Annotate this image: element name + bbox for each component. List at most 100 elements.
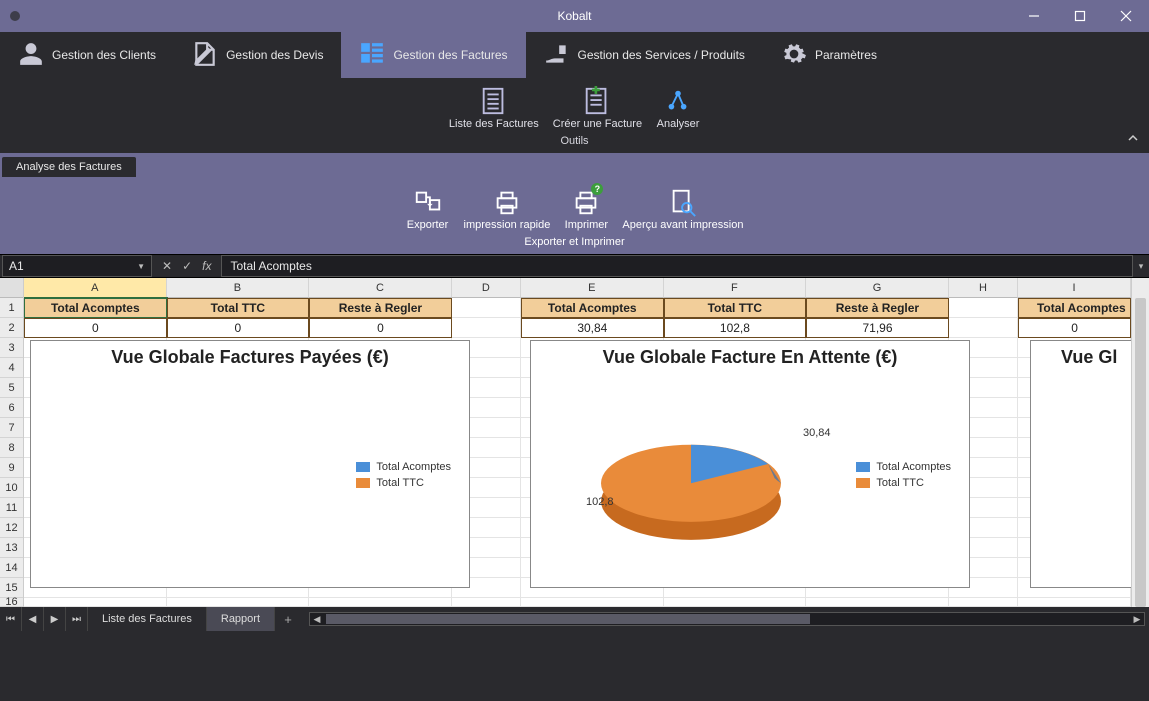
- sheet-nav-prev-icon[interactable]: ◀: [22, 607, 44, 631]
- row-header[interactable]: 12: [0, 518, 23, 538]
- cell[interactable]: [1018, 598, 1131, 607]
- cell-A1[interactable]: Total Acomptes: [24, 298, 167, 318]
- row-header[interactable]: 14: [0, 558, 23, 578]
- chart-payees[interactable]: Vue Globale Factures Payées (€) Total Ac…: [30, 340, 470, 588]
- chart-right-partial[interactable]: Vue Gl: [1030, 340, 1131, 588]
- chart-legend: Total Acomptes Total TTC: [856, 461, 951, 489]
- list-doc-icon: [479, 84, 509, 118]
- row-header[interactable]: 11: [0, 498, 23, 518]
- cell[interactable]: [452, 318, 521, 338]
- vscroll-thumb[interactable]: [1135, 298, 1146, 607]
- sheet-nav-first-icon[interactable]: ⏮: [0, 607, 22, 631]
- row-header[interactable]: 7: [0, 418, 23, 438]
- ribbon-group-label: Exporter et Imprimer: [524, 232, 624, 254]
- expand-formula-icon[interactable]: ▾: [1133, 261, 1149, 272]
- col-header[interactable]: I: [1018, 278, 1131, 298]
- cell-G2[interactable]: 71,96: [806, 318, 949, 338]
- btn-impression-rapide[interactable]: impression rapide: [464, 185, 551, 232]
- vertical-scrollbar[interactable]: [1131, 278, 1149, 607]
- cell-I1[interactable]: Total Acomptes: [1018, 298, 1131, 318]
- select-all-corner[interactable]: [0, 278, 23, 298]
- cell-I2[interactable]: 0: [1018, 318, 1131, 338]
- name-box[interactable]: A1 ▼: [2, 255, 152, 277]
- hscroll-right-icon[interactable]: ▶: [1130, 613, 1144, 625]
- horizontal-scrollbar[interactable]: ◀ ▶: [309, 612, 1145, 626]
- sheet-tab-rapport[interactable]: Rapport: [207, 607, 275, 631]
- row-header[interactable]: 2: [0, 318, 23, 338]
- minimize-button[interactable]: [1011, 0, 1057, 32]
- cell-B2[interactable]: 0: [167, 318, 310, 338]
- row-header[interactable]: 16: [0, 598, 23, 607]
- cell-C2[interactable]: 0: [309, 318, 452, 338]
- btn-creer-facture[interactable]: Créer une Facture: [553, 84, 642, 131]
- cell-C1[interactable]: Reste à Regler: [309, 298, 452, 318]
- col-header[interactable]: F: [664, 278, 807, 298]
- col-header[interactable]: B: [167, 278, 310, 298]
- chart-attente[interactable]: Vue Globale Facture En Attente (€) 30,84…: [530, 340, 970, 588]
- cell[interactable]: [452, 298, 521, 318]
- row-header[interactable]: 8: [0, 438, 23, 458]
- btn-liste-factures[interactable]: Liste des Factures: [449, 84, 539, 131]
- cell-F2[interactable]: 102,8: [664, 318, 807, 338]
- add-sheet-button[interactable]: +: [275, 612, 301, 627]
- row-header[interactable]: 10: [0, 478, 23, 498]
- column-headers: A B C D E F G H I: [24, 278, 1131, 298]
- cell[interactable]: [24, 598, 167, 607]
- btn-analyser[interactable]: Analyser: [656, 84, 700, 131]
- hscroll-thumb[interactable]: [326, 614, 810, 624]
- spreadsheet: 1 2 3 4 5 6 7 8 9 10 11 12 13 14 15 16 A…: [0, 278, 1149, 607]
- cancel-formula-icon[interactable]: ✕: [162, 259, 172, 273]
- tab-devis[interactable]: Gestion des Devis: [174, 32, 341, 78]
- row-header[interactable]: 1: [0, 298, 23, 318]
- btn-imprimer[interactable]: ? Imprimer: [564, 185, 608, 232]
- col-header[interactable]: G: [806, 278, 949, 298]
- cell-G1[interactable]: Reste à Regler: [806, 298, 949, 318]
- tab-factures[interactable]: Gestion des Factures: [341, 32, 525, 78]
- accept-formula-icon[interactable]: ✓: [182, 259, 192, 273]
- cell[interactable]: [309, 598, 452, 607]
- row-header[interactable]: 15: [0, 578, 23, 598]
- cell[interactable]: [664, 598, 807, 607]
- sheet-tab-liste[interactable]: Liste des Factures: [88, 607, 207, 631]
- cell[interactable]: [452, 598, 521, 607]
- subtab-analyse[interactable]: Analyse des Factures: [2, 157, 136, 177]
- collapse-ribbon-icon[interactable]: [1127, 132, 1139, 147]
- cell-F1[interactable]: Total TTC: [664, 298, 807, 318]
- cell[interactable]: [949, 598, 1018, 607]
- cell[interactable]: [949, 318, 1018, 338]
- row-header[interactable]: 13: [0, 538, 23, 558]
- row-header[interactable]: 9: [0, 458, 23, 478]
- row-header[interactable]: 3: [0, 338, 23, 358]
- legend-item: Total Acomptes: [856, 461, 951, 473]
- btn-apercu[interactable]: Aperçu avant impression: [622, 185, 743, 232]
- cell-A2[interactable]: 0: [24, 318, 167, 338]
- formula-input[interactable]: Total Acomptes: [221, 255, 1133, 277]
- cell-B1[interactable]: Total TTC: [167, 298, 310, 318]
- cell[interactable]: [521, 598, 664, 607]
- col-header[interactable]: D: [452, 278, 521, 298]
- cell[interactable]: [167, 598, 310, 607]
- hscroll-left-icon[interactable]: ◀: [310, 613, 324, 625]
- tab-parametres[interactable]: Paramètres: [763, 32, 895, 78]
- tab-clients[interactable]: Gestion des Clients: [0, 32, 174, 78]
- sheet-grid[interactable]: A B C D E F G H I Total Acomptes Total T…: [24, 278, 1131, 607]
- tab-services[interactable]: Gestion des Services / Produits: [526, 32, 763, 78]
- col-header[interactable]: A: [24, 278, 167, 298]
- sheet-nav-next-icon[interactable]: ▶: [44, 607, 66, 631]
- cell[interactable]: [949, 298, 1018, 318]
- cell-E1[interactable]: Total Acomptes: [521, 298, 664, 318]
- btn-exporter[interactable]: Exporter: [406, 185, 450, 232]
- row-header[interactable]: 5: [0, 378, 23, 398]
- close-button[interactable]: [1103, 0, 1149, 32]
- sheet-nav-last-icon[interactable]: ⏭: [66, 607, 88, 631]
- row-header[interactable]: 6: [0, 398, 23, 418]
- maximize-button[interactable]: [1057, 0, 1103, 32]
- col-header[interactable]: H: [949, 278, 1018, 298]
- cell-E2[interactable]: 30,84: [521, 318, 664, 338]
- col-header[interactable]: E: [521, 278, 664, 298]
- col-header[interactable]: C: [309, 278, 452, 298]
- fx-icon[interactable]: fx: [202, 259, 211, 273]
- row-header[interactable]: 4: [0, 358, 23, 378]
- cell[interactable]: [806, 598, 949, 607]
- dropdown-caret-icon[interactable]: ▼: [137, 262, 145, 271]
